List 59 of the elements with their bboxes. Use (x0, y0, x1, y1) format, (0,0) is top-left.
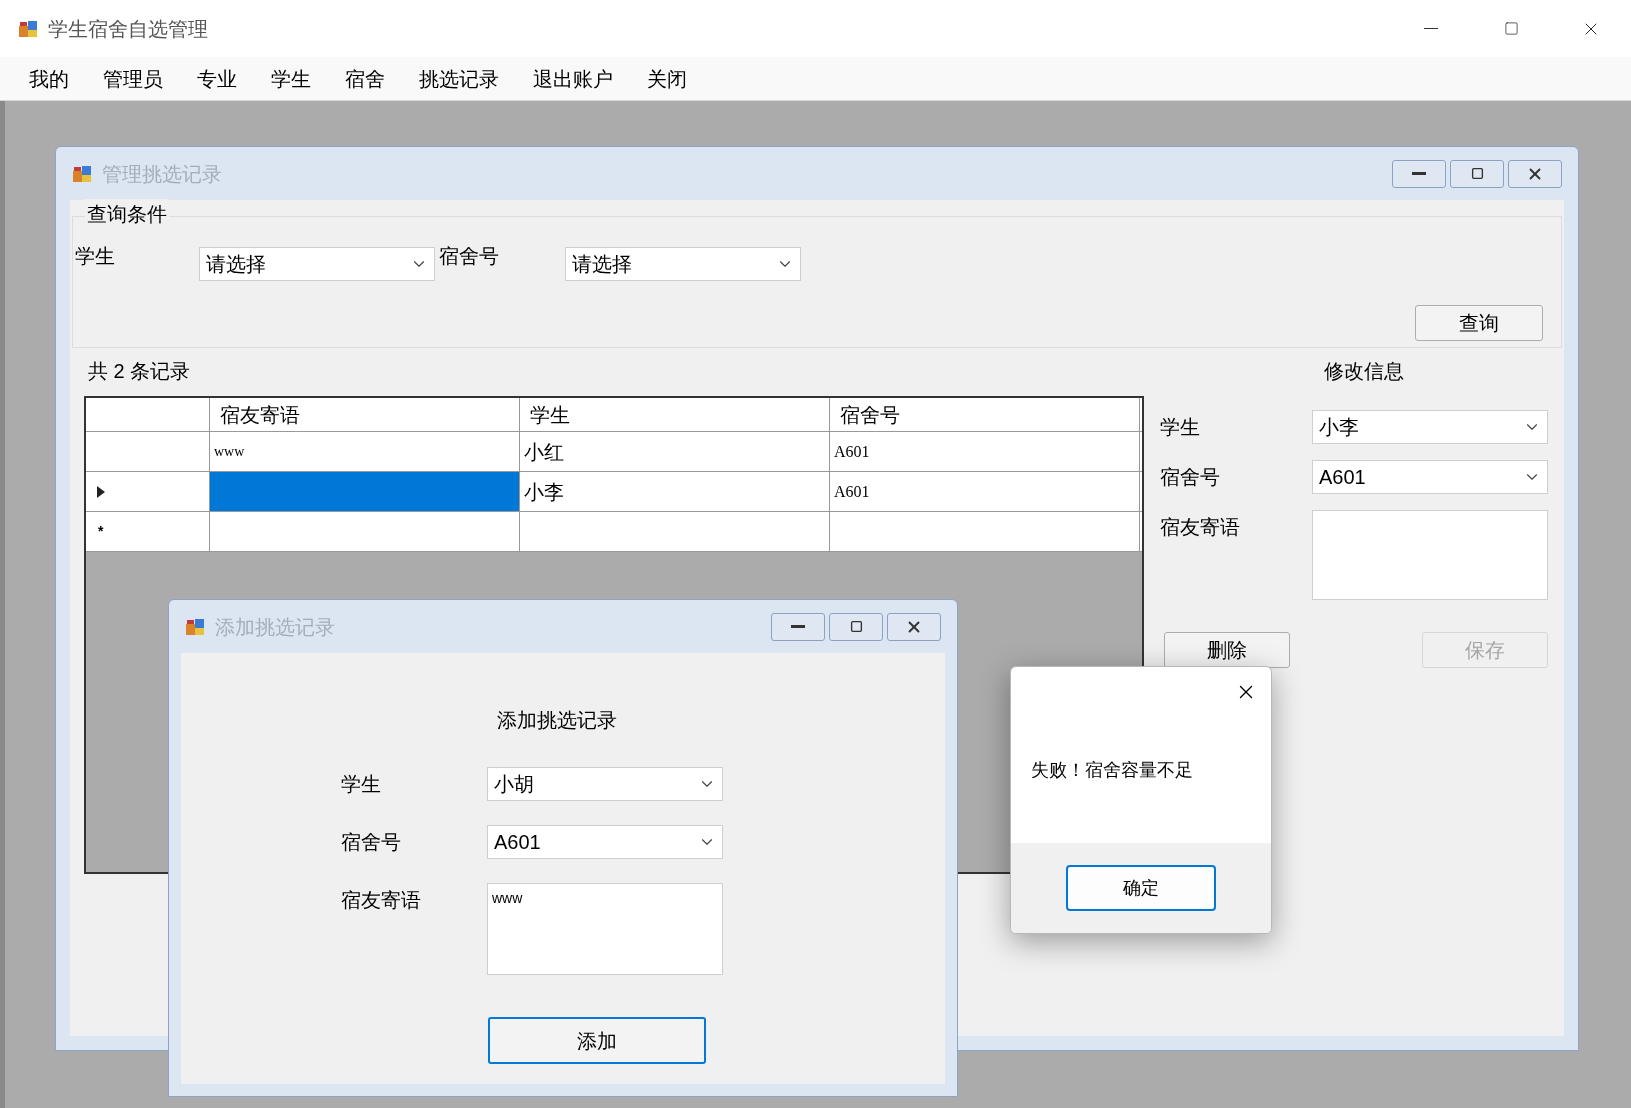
new-row-marker: * (98, 522, 104, 541)
menu-item[interactable]: 退出账户 (516, 63, 630, 94)
field-label: 宿舍号 (1160, 465, 1221, 490)
menu-item[interactable]: 管理员 (86, 63, 180, 94)
minimize-button[interactable] (1392, 159, 1446, 188)
window-title: 管理挑选记录 (102, 161, 222, 187)
field-label: 学生 (75, 244, 116, 269)
maximize-button[interactable] (1450, 159, 1504, 188)
minimize-icon (1424, 28, 1438, 29)
field-label: 宿舍号 (439, 244, 500, 269)
menu-item[interactable]: 挑选记录 (402, 63, 516, 94)
window-title: 添加挑选记录 (215, 614, 335, 640)
field-label: 学生 (341, 772, 382, 797)
table-cell: www (210, 432, 520, 471)
dialog-heading: 添加挑选记录 (497, 708, 618, 733)
ok-button[interactable]: 确定 (1066, 865, 1216, 911)
minimize-button[interactable] (771, 612, 825, 641)
menu-item[interactable]: 关闭 (630, 63, 704, 94)
combo-box[interactable]: 小胡 (487, 767, 723, 801)
field-label: 宿友寄语 (341, 888, 422, 913)
close-button[interactable] (1508, 159, 1562, 188)
menu-item[interactable]: 专业 (180, 63, 254, 94)
combo-box[interactable]: 小李 (1312, 410, 1548, 444)
minimize-icon (1412, 172, 1426, 175)
field-label: 学生 (1160, 415, 1201, 440)
menu-item[interactable]: 宿舍 (328, 63, 402, 94)
table-cell: A601 (830, 472, 1140, 511)
table-cell: A601 (830, 432, 1140, 471)
column-header[interactable]: 宿友寄语 (210, 398, 520, 431)
field-label: 宿舍号 (341, 830, 402, 855)
text-area[interactable]: www (487, 883, 723, 975)
window-title: 学生宿舍自选管理 (48, 16, 208, 42)
column-header[interactable]: 学生 (520, 398, 830, 431)
combo-box[interactable]: 请选择 (565, 247, 801, 281)
menu-item[interactable]: 我的 (12, 63, 86, 94)
app-icon (18, 19, 38, 38)
table-cell: 小红 (520, 432, 830, 471)
maximize-icon (1503, 21, 1519, 36)
menu-item[interactable]: 学生 (254, 63, 328, 94)
button[interactable]: 查询 (1415, 305, 1543, 341)
maximize-button[interactable] (829, 612, 883, 641)
close-button[interactable] (887, 612, 941, 641)
triangle-right-icon (96, 484, 106, 499)
minimize-icon (791, 625, 805, 628)
combo-box[interactable]: A601 (1312, 460, 1548, 494)
section-title: 修改信息 (1324, 359, 1405, 384)
add-button[interactable]: 添加 (488, 1017, 706, 1064)
app-icon (72, 164, 92, 183)
app-icon (185, 617, 205, 636)
button[interactable]: 删除 (1164, 632, 1290, 668)
record-count: 共 2 条记录 (88, 359, 192, 384)
field-label: 宿友寄语 (1160, 515, 1241, 540)
combo-box[interactable]: 请选择 (199, 247, 435, 281)
maximize-icon (1470, 167, 1484, 180)
maximize-icon (849, 620, 863, 633)
table-cell: 小李 (520, 472, 830, 511)
column-header[interactable]: 宿舍号 (830, 398, 1140, 431)
message-text: 失败！宿舍容量不足 (1031, 759, 1194, 782)
combo-box[interactable]: A601 (487, 825, 723, 859)
